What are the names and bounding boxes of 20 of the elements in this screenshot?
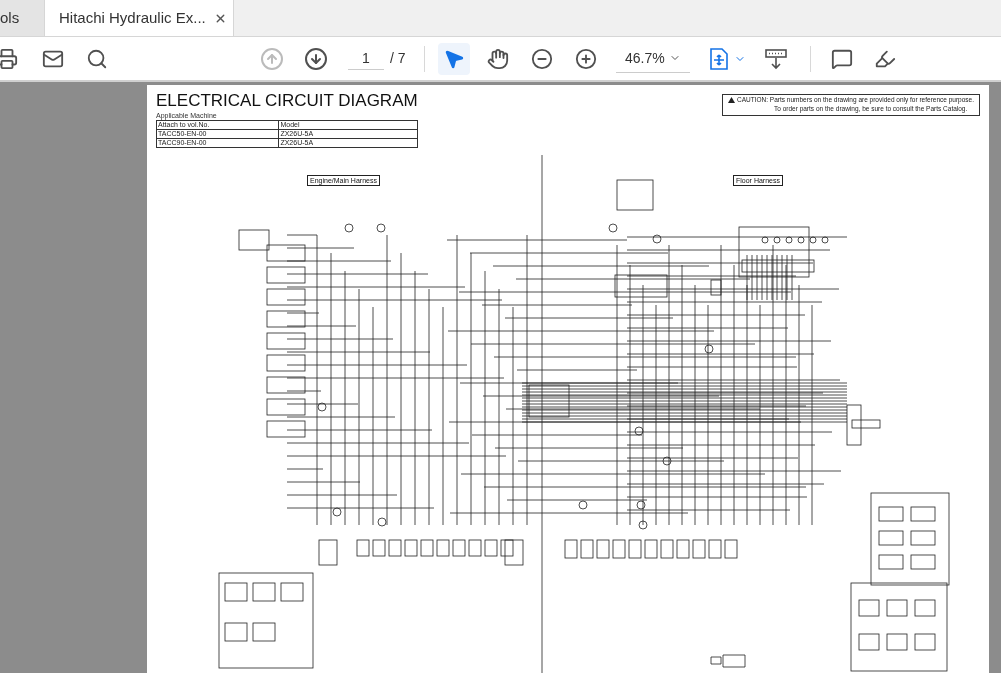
fit-page-button[interactable] [708, 46, 746, 71]
hand-icon [487, 47, 509, 70]
tab-label: Hitachi Hydraulic Ex... [59, 7, 206, 28]
scroll-mode-icon[interactable] [764, 46, 788, 71]
fit-page-icon [708, 46, 730, 71]
page-number-field[interactable]: 1 [348, 47, 384, 70]
zoom-dropdown[interactable]: 46.7% [616, 44, 690, 73]
document-title: ELECTRICAL CIRCUIT DIAGRAM [156, 91, 418, 111]
warning-icon [728, 96, 735, 103]
document-tab[interactable]: ols [0, 0, 44, 36]
select-tool-button[interactable] [438, 42, 470, 75]
zoom-out-icon[interactable] [531, 47, 553, 70]
page-total: / 7 [390, 49, 406, 68]
search-icon[interactable] [86, 47, 108, 70]
document-tab[interactable]: Hitachi Hydraulic Ex... [44, 0, 234, 36]
zoom-in-icon[interactable] [575, 47, 597, 70]
comment-icon[interactable] [831, 47, 853, 70]
next-page-icon[interactable] [304, 46, 328, 71]
tab-label: ols [0, 7, 20, 28]
print-icon[interactable] [0, 47, 18, 70]
